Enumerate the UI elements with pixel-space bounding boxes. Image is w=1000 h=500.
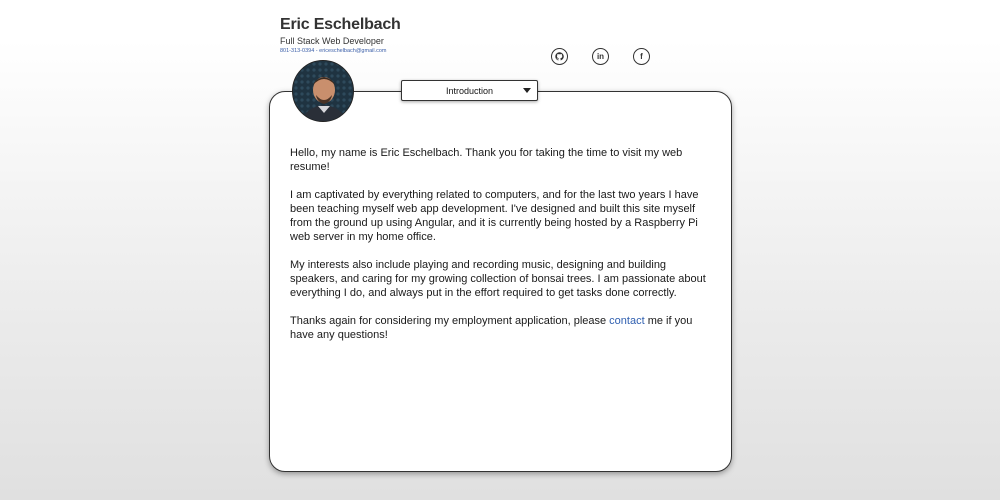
social-links: in f <box>551 48 650 65</box>
job-title: Full Stack Web Developer <box>280 36 384 46</box>
facebook-icon[interactable]: f <box>633 48 650 65</box>
linkedin-icon[interactable]: in <box>592 48 609 65</box>
contact-info: 801-313-0394 - ericeschelbach@gmail.com <box>280 47 401 55</box>
linkedin-glyph: in <box>596 52 605 61</box>
facebook-glyph: f <box>640 52 643 61</box>
intro-content: Hello, my name is Eric Eschelbach. Thank… <box>290 146 715 356</box>
github-glyph <box>555 52 564 61</box>
closing-text: Thanks again for considering my employme… <box>290 315 610 327</box>
chevron-down-icon <box>523 88 531 93</box>
site-header: Eric Eschelbach Full Stack Web Developer… <box>280 15 401 55</box>
avatar <box>292 60 354 122</box>
section-select-value: Introduction <box>445 85 494 96</box>
github-icon[interactable] <box>551 48 568 65</box>
section-select[interactable]: Introduction <box>401 80 538 101</box>
contact-link[interactable]: contact <box>609 315 644 327</box>
intro-paragraph: Hello, my name is Eric Eschelbach. Thank… <box>290 147 683 173</box>
page-title: Eric Eschelbach <box>280 16 401 33</box>
intro-paragraph: Thanks again for considering my employme… <box>290 314 715 342</box>
profile-photo <box>293 61 353 121</box>
email-link[interactable]: ericeschelbach@gmail.com <box>319 48 386 54</box>
phone-number: 801-313-0394 <box>280 48 315 54</box>
intro-paragraph: I am captivated by everything related to… <box>290 189 699 243</box>
intro-paragraph: My interests also include playing and re… <box>290 259 706 299</box>
